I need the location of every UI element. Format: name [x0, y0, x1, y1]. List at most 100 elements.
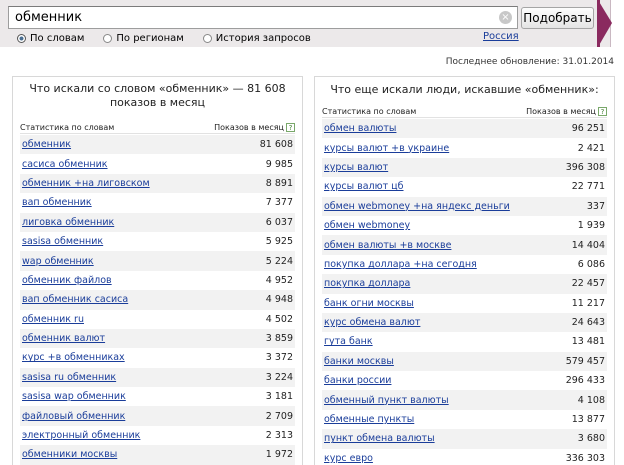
- impressions-count: 2 421: [577, 142, 605, 154]
- table-row: курс обмена валют 24 643: [322, 312, 607, 333]
- impressions-count: 3 680: [577, 433, 605, 445]
- phrase-link[interactable]: файловый обменник: [22, 411, 125, 422]
- impressions-count: 1 939: [577, 220, 605, 232]
- table-row: вап обменник 7 377: [20, 193, 295, 212]
- phrase-link[interactable]: электронный обменник: [22, 430, 140, 441]
- impressions-count: 22 457: [571, 278, 605, 290]
- impressions-count: 6 086: [577, 258, 605, 270]
- phrase-link[interactable]: wap обменник: [22, 256, 94, 267]
- table-row: банки россии 296 433: [322, 371, 607, 390]
- region-link[interactable]: Россия: [483, 31, 519, 42]
- phrase-link[interactable]: пункт обмена валюты: [324, 433, 435, 444]
- phrase-link[interactable]: курс обмена валют: [324, 317, 420, 328]
- table-row: курсы валют 396 308: [322, 157, 607, 178]
- table-row: вап обменник сасиса 4 948: [20, 290, 295, 310]
- impressions-count: 337: [586, 200, 605, 212]
- table-row: покупка доллара 22 457: [322, 274, 607, 294]
- column-phrase-header: Статистика по словам: [20, 123, 115, 132]
- mode-label: История запросов: [215, 32, 311, 44]
- phrase-link[interactable]: курс +в обменниках: [22, 352, 125, 363]
- phrase-link[interactable]: обменник +на лиговском: [22, 178, 150, 189]
- submit-button[interactable]: Подобрать: [521, 7, 594, 29]
- table-row: обменник 81 608: [20, 135, 295, 155]
- phrase-link[interactable]: обмен webmoney: [324, 220, 410, 231]
- impressions-count: 96 251: [571, 123, 605, 135]
- impressions-count: 24 643: [571, 317, 605, 329]
- phrase-link[interactable]: банки россии: [324, 375, 391, 386]
- mode-by-words[interactable]: По словам: [17, 32, 84, 44]
- phrase-link[interactable]: обменник ru: [22, 314, 84, 325]
- clear-icon[interactable]: ×: [499, 11, 512, 24]
- phrase-link[interactable]: sasisa обменник: [22, 236, 103, 247]
- radio-icon[interactable]: [17, 33, 26, 43]
- phrase-link[interactable]: sasisa wap обменник: [22, 391, 126, 402]
- impressions-count: 579 457: [565, 355, 605, 367]
- panel-title: Что еще искали люди, искавшие «обменник»…: [330, 83, 599, 96]
- table-row: обменник валют 3 859: [20, 328, 295, 349]
- phrase-link[interactable]: обменные пункты: [324, 414, 414, 425]
- mode-selector: По словам По регионам История запросов: [17, 32, 330, 44]
- mode-by-regions[interactable]: По регионам: [103, 32, 184, 44]
- phrase-link[interactable]: вап обменник сасиса: [22, 294, 128, 305]
- impressions-count: 13 877: [571, 414, 605, 426]
- impressions-count: 4 952: [265, 274, 293, 286]
- table-body: обмен валюты 96 251 курсы валют +в украине…: [322, 119, 607, 465]
- impressions-count: 4 108: [577, 394, 605, 406]
- table-row: электронный обменник 2 313: [20, 426, 295, 445]
- impressions-count: 7 377: [265, 197, 293, 209]
- phrase-link[interactable]: курсы валют цб: [324, 181, 404, 192]
- impressions-count: 4 502: [265, 313, 293, 325]
- radio-icon[interactable]: [202, 33, 212, 43]
- phrase-link[interactable]: покупка доллара +на сегодня: [324, 259, 477, 270]
- related-searches-panel: Что искали со словом «обменник» — 81 608…: [12, 76, 303, 465]
- table-header: Статистика по словам Показов в месяц?: [20, 121, 295, 134]
- phrase-link[interactable]: банки москвы: [324, 356, 394, 367]
- table-row: обменники москвы 1 972: [20, 445, 295, 465]
- phrase-link[interactable]: покупка доллара: [324, 278, 410, 289]
- impressions-count: 13 481: [571, 336, 605, 348]
- phrase-link[interactable]: обмен валюты: [324, 123, 396, 134]
- table-header: Статистика по словам Показов в месяц?: [322, 105, 607, 118]
- phrase-link[interactable]: sasisa ru обменник: [22, 372, 116, 383]
- impressions-count: 81 608: [259, 139, 293, 151]
- search-bar: × Подобрать По словам По регионам Истори…: [0, 0, 612, 47]
- impressions-count: 14 404: [571, 239, 605, 251]
- phrase-link[interactable]: лиговка обменник: [22, 217, 114, 228]
- table-row: покупка доллара +на сегодня 6 086: [322, 255, 607, 274]
- phrase-link[interactable]: обменный пункт валюты: [324, 395, 449, 406]
- column-count-header: Показов в месяц?: [526, 105, 607, 117]
- phrase-link[interactable]: обмен webmoney +на яндекс деньги: [324, 201, 510, 212]
- phrase-link[interactable]: обменник валют: [22, 333, 105, 344]
- phrase-link[interactable]: курс евро: [324, 453, 373, 464]
- phrase-link[interactable]: обменник: [22, 139, 71, 150]
- phrase-link[interactable]: гута банк: [324, 336, 373, 347]
- table-row: обмен валюты +в москве 14 404: [322, 235, 607, 255]
- phrase-link[interactable]: обменник файлов: [22, 275, 112, 286]
- table-row: банк огни москвы 11 217: [322, 294, 607, 313]
- phrase-link[interactable]: курсы валют +в украине: [324, 143, 449, 154]
- phrase-link[interactable]: вап обменник: [22, 197, 92, 208]
- impressions-count: 336 303: [565, 452, 605, 464]
- mode-label: По словам: [30, 32, 85, 44]
- impressions-count: 4 948: [265, 294, 293, 306]
- impressions-count: 9 985: [265, 158, 293, 170]
- mode-history[interactable]: История запросов: [202, 32, 311, 44]
- help-icon[interactable]: ?: [286, 123, 295, 132]
- phrase-link[interactable]: обмен валюты +в москве: [324, 240, 451, 251]
- table-row: курс евро 336 303: [322, 449, 607, 465]
- phrase-link[interactable]: сасиса обменник: [22, 159, 108, 170]
- table-row: обменник +на лиговском 8 891: [20, 173, 295, 194]
- search-input[interactable]: [8, 6, 518, 29]
- impressions-count: 6 037: [265, 216, 293, 228]
- phrase-link[interactable]: курсы валют: [324, 162, 388, 173]
- help-icon[interactable]: ?: [598, 107, 607, 116]
- impressions-count: 296 433: [565, 375, 605, 387]
- table-row: обмен webmoney 1 939: [322, 216, 607, 235]
- impressions-count: 11 217: [571, 297, 605, 309]
- table-row: обмен валюты 96 251: [322, 119, 607, 139]
- table-row: курсы валют +в украине 2 421: [322, 138, 607, 157]
- phrase-link[interactable]: банк огни москвы: [324, 298, 414, 309]
- phrase-link[interactable]: обменники москвы: [22, 449, 117, 460]
- stats-table: Статистика по словам Показов в месяц? об…: [20, 121, 295, 465]
- radio-icon[interactable]: [103, 33, 113, 43]
